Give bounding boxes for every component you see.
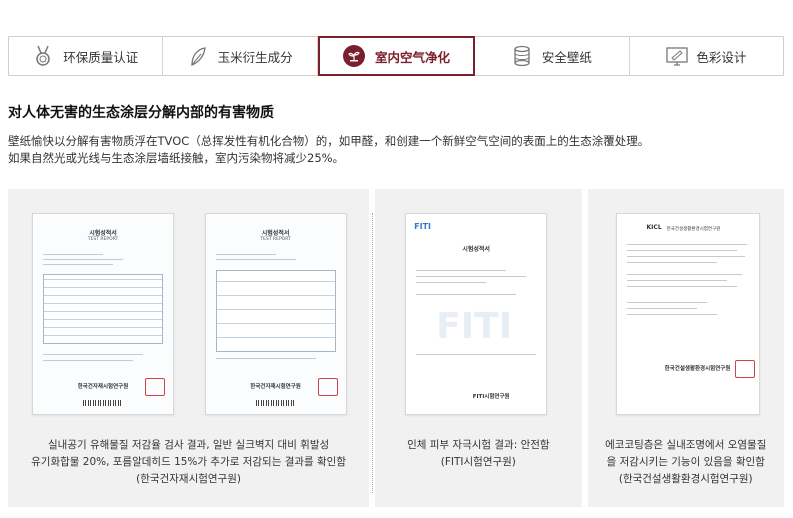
doc-line: [626, 262, 717, 263]
caption-line: 유기화합물 20%, 포름알데히드 15%가 추가로 저감되는 결과를 확인함: [31, 456, 347, 468]
caption-line: (한국건자재시험연구원): [136, 473, 241, 485]
tab-indoor-air-purification[interactable]: 室内空气净化: [317, 36, 476, 76]
palette-screen-icon: [666, 45, 688, 67]
doc-title: 한국건설생활환경시험연구원: [666, 227, 721, 232]
doc-line: [43, 354, 143, 355]
tab-corn-derived-ingredients[interactable]: 玉米衍生成分: [163, 37, 318, 75]
tab-label: 玉米衍生成分: [217, 49, 293, 65]
doc-line: [215, 254, 276, 255]
doc-line: [626, 302, 707, 303]
doc-line: [626, 256, 745, 257]
doc-line: [626, 280, 727, 281]
doc-line: [626, 286, 737, 287]
doc-line: [416, 270, 507, 271]
doc-line: [43, 360, 133, 361]
tab-safe-wallpaper[interactable]: 安全壁纸: [475, 37, 630, 75]
kicl-logo: KICL: [646, 224, 662, 231]
doc-table: [43, 274, 163, 344]
doc-line: [416, 294, 517, 295]
doc-line: [43, 259, 123, 260]
seal-stamp: [317, 378, 338, 396]
certificate-panel-kicl: KICL 한국건설생활환경시험연구원 한국건설생활환경시험연구원 에코코팅층은 …: [587, 189, 784, 507]
doc-subtitle: TEST REPORT: [87, 237, 119, 242]
certificate-image: 시험성적서 TEST REPORT 한국건자재시험연구원: [204, 213, 347, 415]
caption-line: 인체 피부 자극시험 결과: 안전함: [407, 439, 550, 451]
tab-label: 室内空气净化: [375, 49, 451, 65]
divider: [372, 213, 374, 493]
section-heading: 对人体无害的生态涂层分解内部的有害物质: [8, 105, 274, 121]
doc-line: [416, 354, 537, 355]
tab-color-design[interactable]: 色彩设计: [629, 37, 784, 75]
doc-line: [215, 358, 316, 359]
tab-label: 色彩设计: [696, 49, 747, 65]
doc-subtitle: TEST REPORT: [260, 237, 291, 242]
caption-line: 실내공기 유해물질 저감율 검사 결과, 일반 실크벽지 대비 휘발성: [47, 439, 330, 451]
section-description: 壁纸愉快以分解有害物质浮在TVOC（总挥发性有机化合物）的，如甲醛，和创建一个新…: [8, 133, 778, 167]
doc-line: [626, 274, 742, 275]
doc-line: [416, 282, 487, 283]
medal-icon: [33, 45, 53, 67]
doc-line: [626, 308, 697, 309]
caption-line: (FITI시험연구원): [440, 456, 516, 468]
tab-label: 环保质量认证: [63, 49, 139, 65]
doc-org: FITI시험연구원: [472, 394, 510, 400]
feature-tabs: 环保质量认证 玉米衍生成分 室内空气净化 安全壁纸 色彩设计: [8, 36, 784, 76]
fiti-logo: FITI: [414, 222, 432, 231]
certificate-caption: 인체 피부 자극시험 결과: 안전함 (FITI시험연구원): [375, 437, 581, 471]
doc-line: [626, 314, 717, 315]
barcode: [83, 400, 123, 406]
doc-line: [215, 259, 296, 260]
doc-title: 시험성적서: [89, 230, 117, 237]
doc-line: [626, 244, 747, 245]
doc-line: [43, 254, 103, 255]
caption-line: 에코코팅층은 실내조명에서 오염물질: [605, 439, 767, 451]
fiti-watermark: FITI: [436, 306, 513, 347]
certificate-image: FITI 시험성적서 FITI FITI시험연구원: [405, 213, 548, 415]
certificates-band: 시험성적서 TEST REPORT 한국건자재시험연구원 시험성적서 TEST …: [8, 189, 784, 507]
certificate-image: KICL 한국건설생활환경시험연구원 한국건설생활환경시험연구원: [615, 213, 760, 415]
certificate-caption: 실내공기 유해물질 저감율 검사 결과, 일반 실크벽지 대비 휘발성 유기화합…: [8, 437, 369, 488]
barcode: [255, 400, 296, 406]
doc-line: [43, 264, 113, 265]
eco-badge-icon: [343, 45, 365, 67]
certificate-panel-fiti: FITI 시험성적서 FITI FITI시험연구원 인체 피부 자극시험 결과:…: [372, 189, 582, 507]
certificate-caption: 에코코팅층은 실내조명에서 오염물질 을 저감시키는 기능이 있음을 확인함 (…: [588, 437, 784, 488]
doc-title: 시험성적서: [462, 246, 490, 253]
certificate-image: 시험성적서 TEST REPORT 한국건자재시험연구원: [32, 213, 174, 415]
tab-label: 安全壁纸: [541, 49, 592, 65]
seal-stamp: [145, 378, 165, 396]
description-line: 壁纸愉快以分解有害物质浮在TVOC（总挥发性有机化合物）的，如甲醛，和创建一个新…: [8, 134, 650, 148]
doc-table: [215, 270, 336, 352]
leaf-icon: [188, 45, 208, 67]
doc-line: [626, 250, 737, 251]
caption-line: 을 저감시키는 기능이 있음을 확인함: [606, 456, 765, 468]
description-line: 如果自然光或光线与生态涂层墙纸接触，室内污染物将减少25%。: [8, 151, 345, 165]
roll-icon: [512, 45, 532, 67]
tab-eco-quality-certification[interactable]: 环保质量认证: [9, 37, 164, 75]
doc-title: 시험성적서: [261, 230, 290, 237]
certificate-panel-kcl: 시험성적서 TEST REPORT 한국건자재시험연구원 시험성적서 TEST …: [8, 189, 370, 507]
doc-line: [416, 276, 527, 277]
caption-line: (한국건설생활환경시험연구원): [618, 473, 753, 485]
seal-stamp: [734, 360, 755, 378]
